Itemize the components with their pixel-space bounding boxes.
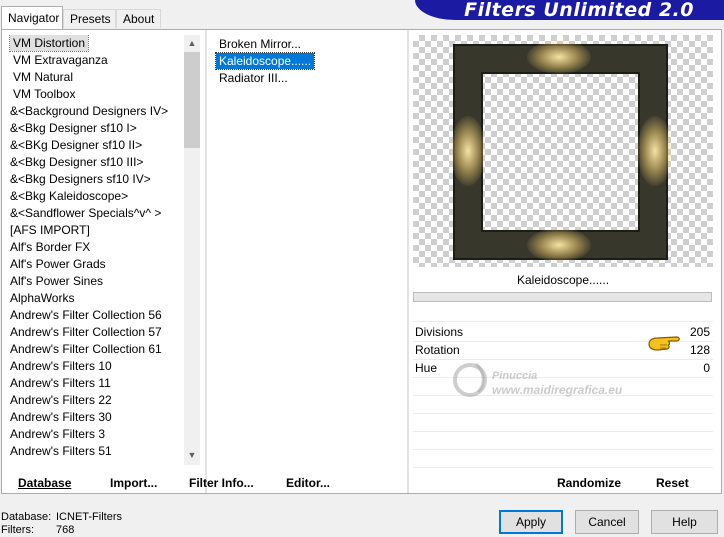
filter-item[interactable]: Radiator III... — [216, 70, 291, 86]
cancel-button[interactable]: Cancel — [575, 510, 639, 534]
progress-bar — [413, 292, 712, 302]
category-item[interactable]: Andrew's Filter Collection 61 — [10, 341, 162, 357]
scrollbar-thumb[interactable] — [184, 52, 200, 148]
category-item[interactable]: Alf's Power Grads — [10, 256, 106, 272]
category-scrollbar[interactable]: ▲ ▼ — [184, 35, 200, 465]
category-item[interactable]: Alf's Border FX — [10, 239, 90, 255]
reset-button[interactable]: Reset — [656, 475, 689, 491]
param-separator — [413, 449, 713, 450]
category-item[interactable]: &<Sandflower Specials^v^ > — [10, 205, 161, 221]
param-label: Divisions — [415, 325, 464, 339]
param-label: Rotation — [415, 343, 460, 357]
kaleidoscope-frame-preview — [455, 46, 666, 258]
watermark-url: www.maidiregrafica.eu — [492, 383, 623, 397]
category-item[interactable]: VM Toolbox — [13, 86, 75, 102]
preview-glow — [637, 116, 673, 186]
param-separator — [413, 321, 713, 322]
help-button[interactable]: Help — [651, 510, 718, 534]
category-item[interactable]: &<Background Designers IV> — [10, 103, 168, 119]
filters-label: Filters: — [1, 524, 34, 536]
tab-about[interactable]: About — [116, 9, 161, 28]
category-item[interactable]: Andrew's Filters 11 — [10, 375, 111, 391]
preview-glow — [527, 40, 591, 74]
tab-navigator[interactable]: Navigator — [1, 6, 63, 29]
category-item[interactable]: Andrew's Filters 3 — [10, 426, 105, 442]
category-item[interactable]: &<Bkg Designer sf10 III> — [10, 154, 143, 170]
filter-info-button[interactable]: Filter Info... — [189, 475, 254, 491]
category-item[interactable]: Andrew's Filter Collection 56 — [10, 307, 162, 323]
category-item[interactable]: Andrew's Filter Collection 57 — [10, 324, 162, 340]
category-item[interactable]: &<Bkg Kaleidoscope> — [10, 188, 128, 204]
database-value: ICNET-Filters — [56, 511, 122, 523]
filter-item-selected[interactable]: Kaleidoscope...... — [214, 52, 316, 70]
category-item[interactable]: Andrew's Filters 10 — [10, 358, 112, 374]
category-item[interactable]: VM Distortion — [8, 35, 90, 52]
param-separator — [413, 413, 713, 414]
param-separator — [413, 467, 713, 468]
tab-presets[interactable]: Presets — [63, 9, 116, 28]
category-item[interactable]: Andrew's Filters 22 — [10, 392, 112, 408]
watermark-name: Pinuccia — [492, 370, 538, 382]
param-value[interactable]: 0 — [703, 359, 710, 377]
category-item[interactable]: Alf's Power Sines — [10, 273, 103, 289]
pointing-hand-icon — [648, 336, 680, 351]
category-item[interactable]: [AFS IMPORT] — [10, 222, 90, 238]
param-value[interactable]: 128 — [690, 341, 710, 359]
randomize-button[interactable]: Randomize — [557, 475, 621, 491]
editor-button[interactable]: Editor... — [286, 475, 330, 491]
param-value[interactable]: 205 — [690, 323, 710, 341]
list-divider — [205, 30, 207, 493]
database-button[interactable]: Database — [18, 475, 71, 491]
category-list[interactable]: VM Distortion VM Extravaganza VM Natural… — [8, 35, 183, 465]
preview-glow — [527, 228, 591, 262]
filter-item[interactable]: Broken Mirror... — [216, 36, 304, 52]
database-label: Database: — [1, 511, 52, 523]
preview-filter-name: Kaleidoscope...... — [516, 273, 610, 287]
category-item[interactable]: VM Extravaganza — [13, 52, 108, 68]
scroll-up-icon[interactable]: ▲ — [184, 35, 200, 51]
category-item[interactable]: Andrew's Filters 51 — [10, 443, 112, 459]
category-item[interactable]: AlphaWorks — [10, 290, 74, 306]
scroll-down-icon[interactable]: ▼ — [184, 447, 200, 463]
category-item[interactable]: &<Bkg Designers sf10 IV> — [10, 171, 151, 187]
import-button[interactable]: Import... — [110, 475, 157, 491]
preview-glow — [450, 116, 486, 186]
category-item[interactable]: VM Natural — [13, 69, 73, 85]
filters-count: 768 — [56, 524, 75, 536]
title-banner: Filters Unlimited 2.0 — [415, 0, 724, 20]
preview-divider — [407, 30, 409, 493]
param-label: Hue — [415, 361, 438, 375]
apply-button[interactable]: Apply — [499, 510, 563, 534]
param-separator — [413, 431, 713, 432]
category-item[interactable]: &<Bkg Designer sf10 I> — [10, 120, 137, 136]
category-item[interactable]: &<BKg Designer sf10 II> — [10, 137, 142, 153]
watermark-logo-icon — [453, 362, 487, 397]
category-item[interactable]: Andrew's Filters 30 — [10, 409, 112, 425]
banner-title: Filters Unlimited 2.0 — [464, 0, 694, 21]
